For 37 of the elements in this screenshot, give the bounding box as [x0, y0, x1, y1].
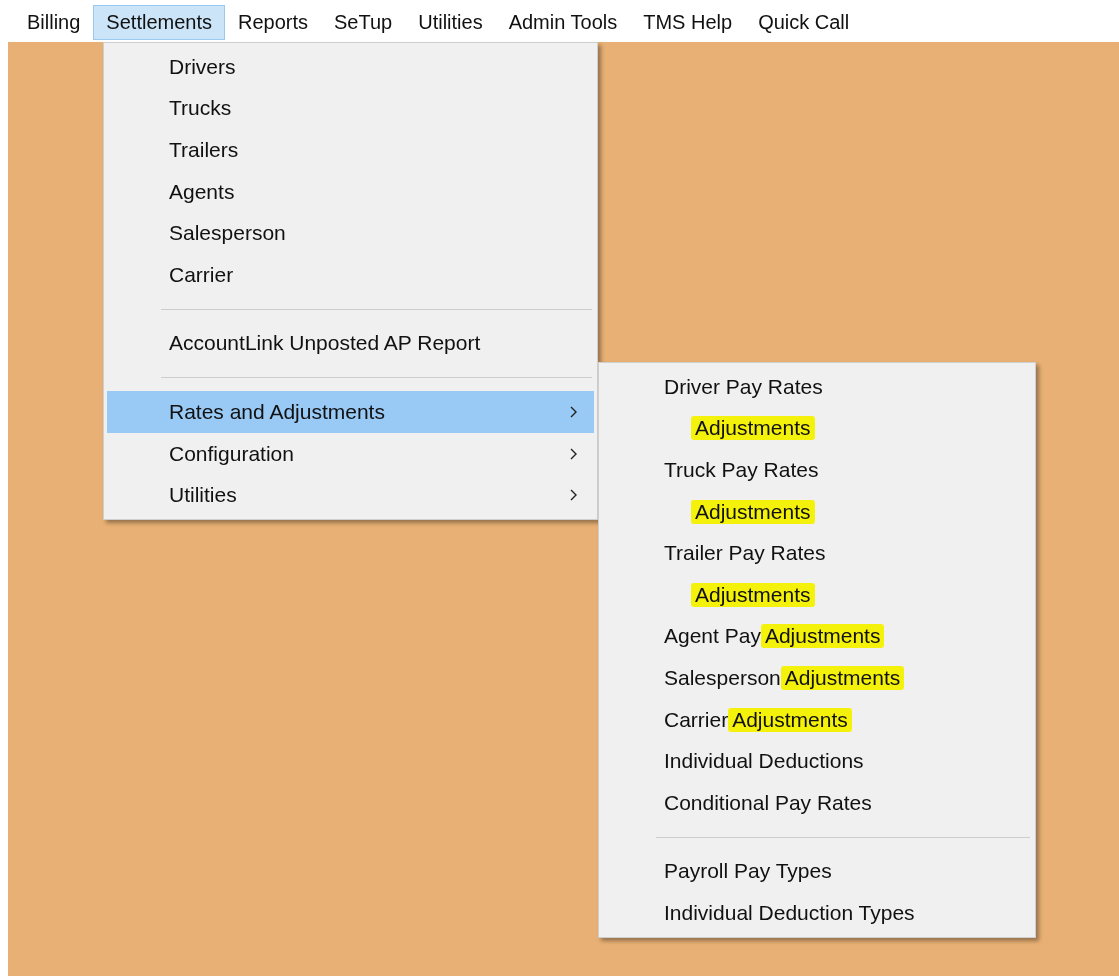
menu-item[interactable]: Adjustments	[602, 573, 1032, 616]
menu-item[interactable]: Truck Pay Rates	[602, 449, 1032, 491]
menu-item[interactable]: Configuration	[107, 432, 594, 475]
menu-item[interactable]: Agent Pay Adjustments	[602, 615, 1032, 658]
menu-item[interactable]: Agents	[107, 170, 594, 213]
menu-item[interactable]: Conditional Pay Rates	[602, 781, 1032, 824]
menu-item[interactable]: Adjustments	[602, 407, 1032, 450]
menu-bar-item[interactable]: Reports	[224, 4, 321, 40]
menu-bar-item[interactable]: Admin Tools	[495, 4, 631, 40]
menu-bar-item[interactable]: SeTup	[321, 4, 406, 40]
menu-item[interactable]: Adjustments	[602, 490, 1032, 533]
highlight-mark: Adjustments	[728, 707, 852, 732]
highlight-mark: Adjustments	[760, 624, 885, 649]
menu-item[interactable]: Trailer Pay Rates	[602, 532, 1032, 574]
menu-bar-item[interactable]: TMS Help	[630, 4, 746, 40]
highlight-mark: Adjustments	[780, 665, 905, 690]
menu-item[interactable]: Trailers	[107, 129, 594, 171]
highlight-mark: Adjustments	[691, 582, 815, 607]
menu-item[interactable]: AccountLink Unposted AP Report	[107, 322, 594, 365]
menu-bar-item[interactable]: Billing	[14, 4, 94, 40]
menu-item[interactable]: Salesperson Adjustments	[602, 657, 1032, 699]
menu-bar-item[interactable]: Quick Call	[745, 4, 863, 40]
highlight-mark: Adjustments	[691, 499, 815, 524]
menu-item[interactable]: Individual Deductions	[602, 740, 1032, 782]
menu-item[interactable]: Utilities	[107, 474, 594, 516]
menu-item[interactable]: Carrier Adjustments	[602, 698, 1032, 741]
menu-item[interactable]: Driver Pay Rates	[602, 366, 1032, 408]
menu-bar-item[interactable]: Utilities	[405, 4, 496, 40]
menu-item[interactable]: Payroll Pay Types	[602, 850, 1032, 893]
menu-item[interactable]: Salesperson	[107, 212, 594, 254]
menu-item[interactable]: Individual Deduction Types	[602, 892, 1032, 934]
menu-item[interactable]: Rates and Adjustments	[107, 391, 594, 433]
menu-bar-item[interactable]: Settlements	[93, 4, 225, 40]
menu-item[interactable]: Trucks	[107, 87, 594, 130]
menu-item[interactable]: Carrier	[107, 253, 594, 296]
highlight-mark: Adjustments	[691, 416, 815, 441]
menu-item[interactable]: Drivers	[107, 46, 594, 88]
